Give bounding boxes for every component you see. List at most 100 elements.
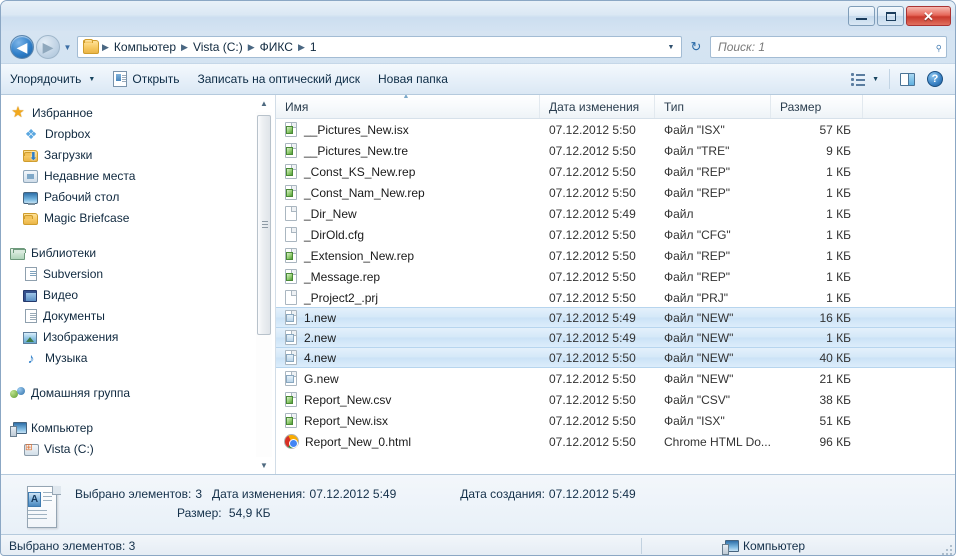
help-button[interactable]: ?: [921, 67, 949, 91]
nav-item-dropbox[interactable]: ❖ Dropbox: [1, 123, 257, 144]
search-box[interactable]: Поиск: 1 ⌕: [710, 36, 947, 58]
nav-item-video[interactable]: Видео: [1, 284, 257, 305]
column-header-blank[interactable]: [863, 95, 955, 118]
cell-name[interactable]: _DirOld.cfg: [276, 226, 540, 243]
cell-value: Chrome HTML Do...: [664, 434, 771, 449]
table-row[interactable]: G.new 07.12.2012 5:50 Файл "NEW" 21 КБ: [276, 368, 955, 389]
table-row[interactable]: _Message.rep 07.12.2012 5:50 Файл "REP" 1 К…: [276, 266, 955, 287]
icon-text-lines: [43, 492, 52, 506]
table-row[interactable]: _Const_Nam_New.rep 07.12.2012 5:50 Файл "R…: [276, 182, 955, 203]
column-header-name[interactable]: Имя: [276, 95, 540, 118]
scrollbar-thumb[interactable]: [257, 115, 271, 335]
column-header-size[interactable]: Размер: [771, 95, 863, 118]
cell-name[interactable]: _Dir_New: [276, 205, 540, 222]
breadcrumb-bar[interactable]: ▶ Компьютер ▶ Vista (C:) ▶ ФИКС ▶ 1 ▼: [77, 36, 682, 58]
nav-item-subversion[interactable]: Subversion: [1, 263, 257, 284]
cell-size: 38 КБ: [771, 393, 863, 407]
cell-name[interactable]: _Project2_.prj: [276, 289, 540, 306]
command-toolbar: Упорядочить ▼ Открыть Записать на оптиче…: [1, 63, 955, 95]
nav-item-vista-c[interactable]: Vista (C:): [1, 438, 257, 459]
minimize-button[interactable]: [848, 6, 875, 26]
nav-item-documents[interactable]: Документы: [1, 305, 257, 326]
breadcrumb-item-computer[interactable]: Компьютер: [110, 40, 180, 54]
cell-type: Файл "ISX": [655, 414, 771, 428]
nav-group-libraries[interactable]: Библиотеки: [1, 242, 257, 263]
close-button[interactable]: ✕: [906, 6, 951, 26]
explorer-body: ★ Избранное ❖ Dropbox Загрузки Недавние …: [1, 95, 955, 474]
table-row[interactable]: _DirOld.cfg 07.12.2012 5:50 Файл "CFG" 1 КБ: [276, 224, 955, 245]
burn-to-disc-button[interactable]: Записать на оптический диск: [189, 67, 370, 91]
cell-name[interactable]: __Pictures_New.isx: [276, 121, 540, 138]
nav-item-music[interactable]: ♪ Музыка: [1, 347, 257, 368]
cell-name[interactable]: Report_New.csv: [276, 391, 540, 408]
organize-button[interactable]: Упорядочить ▼: [1, 67, 104, 91]
status-selected-count: Выбрано элементов: 3: [9, 539, 136, 553]
nav-item-pictures[interactable]: Изображения: [1, 326, 257, 347]
table-row[interactable]: _Extension_New.rep 07.12.2012 5:50 Файл "R…: [276, 245, 955, 266]
breadcrumb-item-fix[interactable]: ФИКС: [256, 40, 297, 54]
column-header-type[interactable]: Тип: [655, 95, 771, 118]
scroll-up-icon[interactable]: ▲: [256, 95, 272, 112]
refresh-button[interactable]: ↻: [685, 36, 707, 58]
table-row[interactable]: __Pictures_New.isx 07.12.2012 5:50 Файл "I…: [276, 119, 955, 140]
table-row[interactable]: Report_New.csv 07.12.2012 5:50 Файл "CSV" 3…: [276, 389, 955, 410]
cell-name[interactable]: 2.new: [276, 329, 540, 346]
video-icon: [23, 289, 37, 302]
cell-value: 07.12.2012 5:50: [549, 164, 636, 179]
resize-grip-icon[interactable]: [942, 543, 954, 555]
nav-group-favorites[interactable]: ★ Избранное: [1, 102, 257, 123]
nav-group-computer[interactable]: Компьютер: [1, 417, 257, 438]
maximize-button[interactable]: [877, 6, 904, 26]
cell-type: Файл "CSV": [655, 393, 771, 407]
table-row[interactable]: 4.new 07.12.2012 5:50 Файл "NEW" 40 КБ: [276, 347, 955, 368]
nav-label: Рабочий стол: [44, 189, 120, 204]
breadcrumb-item-vista-c[interactable]: Vista (C:): [189, 40, 247, 54]
cell-name[interactable]: G.new: [276, 370, 540, 387]
change-view-button[interactable]: ▼: [845, 67, 885, 91]
forward-button[interactable]: ▶: [36, 35, 60, 59]
open-file-icon: [113, 71, 128, 87]
table-row[interactable]: Report_New.isx 07.12.2012 5:50 Файл "ISX" 5…: [276, 410, 955, 431]
cell-name[interactable]: 4.new: [276, 349, 540, 366]
table-row[interactable]: Report_New_0.html 07.12.2012 5:50 Chrome H…: [276, 431, 955, 452]
address-dropdown-icon[interactable]: ▼: [663, 37, 679, 57]
nav-group-homegroup[interactable]: Домашняя группа: [1, 382, 257, 403]
table-row[interactable]: 2.new 07.12.2012 5:49 Файл "NEW" 1 КБ: [276, 327, 955, 348]
cell-name[interactable]: Report_New_0.html: [276, 434, 540, 449]
cell-name[interactable]: _Const_Nam_New.rep: [276, 184, 540, 201]
table-row[interactable]: _Dir_New 07.12.2012 5:49 Файл 1 КБ: [276, 203, 955, 224]
cell-name[interactable]: Report_New.isx: [276, 412, 540, 429]
cell-name[interactable]: _Extension_New.rep: [276, 247, 540, 264]
column-header-date-modified[interactable]: Дата изменения: [540, 95, 655, 118]
table-row[interactable]: __Pictures_New.tre 07.12.2012 5:50 Файл "T…: [276, 140, 955, 161]
new-folder-button[interactable]: Новая папка: [369, 67, 457, 91]
cell-name[interactable]: _Const_KS_New.rep: [276, 163, 540, 180]
table-row[interactable]: _Const_KS_New.rep 07.12.2012 5:50 Файл "RE…: [276, 161, 955, 182]
back-button[interactable]: ◀: [10, 35, 34, 59]
nav-item-magic-briefcase[interactable]: Magic Briefcase: [1, 207, 257, 228]
breadcrumb-item-1[interactable]: 1: [306, 40, 321, 54]
column-label: Тип: [664, 99, 685, 114]
nav-item-recent-places[interactable]: Недавние места: [1, 165, 257, 186]
nav-item-downloads[interactable]: Загрузки: [1, 144, 257, 165]
table-row[interactable]: 1.new 07.12.2012 5:49 Файл "NEW" 16 КБ: [276, 307, 955, 328]
open-button[interactable]: Открыть: [104, 67, 188, 91]
nav-label: Документы: [43, 308, 105, 323]
history-dropdown-button[interactable]: ▼: [61, 37, 74, 57]
file-list[interactable]: __Pictures_New.isx 07.12.2012 5:50 Файл "I…: [276, 119, 955, 474]
nav-item-desktop[interactable]: Рабочий стол: [1, 186, 257, 207]
scroll-down-icon[interactable]: ▼: [256, 457, 272, 474]
cell-name[interactable]: 1.new: [276, 309, 540, 326]
navigation-scrollbar[interactable]: ▲ ▼: [256, 95, 272, 474]
pictures-icon: [23, 331, 37, 344]
scrollbar-track[interactable]: [256, 112, 272, 457]
cell-name[interactable]: __Pictures_New.tre: [276, 142, 540, 159]
cell-value: 57 КБ: [819, 122, 851, 137]
size-value: 54,9 КБ: [228, 506, 271, 520]
nav-label: Музыка: [45, 350, 88, 365]
preview-pane-button[interactable]: [894, 67, 921, 91]
table-row[interactable]: _Project2_.prj 07.12.2012 5:50 Файл "PRJ" 1…: [276, 287, 955, 308]
search-input[interactable]: Поиск: 1: [718, 40, 935, 54]
forward-arrow-icon: ▶: [42, 39, 54, 55]
cell-name[interactable]: _Message.rep: [276, 268, 540, 285]
